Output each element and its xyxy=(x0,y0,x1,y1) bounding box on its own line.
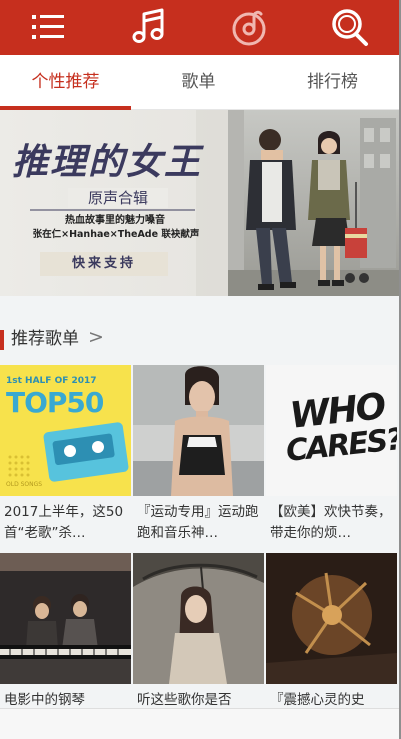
app-header xyxy=(0,0,401,55)
playlist-cover xyxy=(133,553,264,684)
playlist-title: 『震撼心灵的史 xyxy=(270,692,365,708)
menu-icon[interactable] xyxy=(25,4,71,50)
netease-logo-icon[interactable] xyxy=(226,4,272,50)
section-header[interactable]: 推荐歌单 > xyxy=(0,322,200,356)
tab-playlists[interactable]: 歌单 xyxy=(133,55,264,109)
banner-title: 推理的女王 xyxy=(12,141,203,183)
search-icon[interactable] xyxy=(326,4,372,50)
bottom-bar xyxy=(0,708,401,739)
section-accent-bar xyxy=(0,330,4,350)
playlist-cover: WHO CARES? xyxy=(266,365,397,496)
playlist-card[interactable]: WHO CARES? 【欧美】欢快节奏，带走你的烦… xyxy=(266,365,397,551)
playlist-cover xyxy=(133,365,264,496)
cover-small-text: OLD SONGS xyxy=(6,481,43,488)
playlist-cover xyxy=(0,553,131,684)
tab-bar: 个性推荐 歌单 排行榜 xyxy=(0,55,401,110)
playlist-title: 听这些歌你是否 xyxy=(137,692,232,708)
tab-charts[interactable]: 排行榜 xyxy=(266,55,399,109)
cassette-illustration xyxy=(8,422,129,482)
playlist-card[interactable]: 1st HALF OF 2017 TOP50 OLD SONGS 2017上半年… xyxy=(0,365,131,551)
music-note-icon[interactable] xyxy=(125,4,171,50)
banner-line2: 张在仁×Hanhae×TheAde 联袂献声 xyxy=(32,229,200,240)
playlist-title: 2017上半年，这50首“老歌”杀… xyxy=(4,504,124,541)
playlist-cover xyxy=(266,553,397,684)
playlist-card[interactable]: 『运动专用』运动跑跑和音乐神… xyxy=(133,365,264,551)
chevron-right-icon: > xyxy=(88,326,104,348)
banner-tag: 快来支持 xyxy=(71,256,136,271)
banner-line1: 热血故事里的魅力嗓音 xyxy=(65,215,165,226)
section-title: 推荐歌单 xyxy=(11,329,79,349)
playlist-title: 【欧美】欢快节奏，带走你的烦… xyxy=(270,504,392,541)
playlist-title: 电影中的钢琴 xyxy=(4,692,85,708)
playlist-card[interactable]: 『震撼心灵的史 xyxy=(266,553,397,708)
playlist-cover: 1st HALF OF 2017 TOP50 OLD SONGS xyxy=(0,365,131,496)
playlist-title: 『运动专用』运动跑跑和音乐神… xyxy=(137,504,259,541)
playlist-card[interactable]: 电影中的钢琴 xyxy=(0,553,131,708)
promo-banner[interactable]: 推理的女王 原声合辑 热血故事里的魅力嗓音 张在仁×Hanhae×TheAde … xyxy=(0,110,401,296)
banner-subtitle: 原声合辑 xyxy=(68,188,168,208)
playlist-card[interactable]: 听这些歌你是否 xyxy=(133,553,264,708)
tab-personal-recommend[interactable]: 个性推荐 xyxy=(0,55,131,109)
